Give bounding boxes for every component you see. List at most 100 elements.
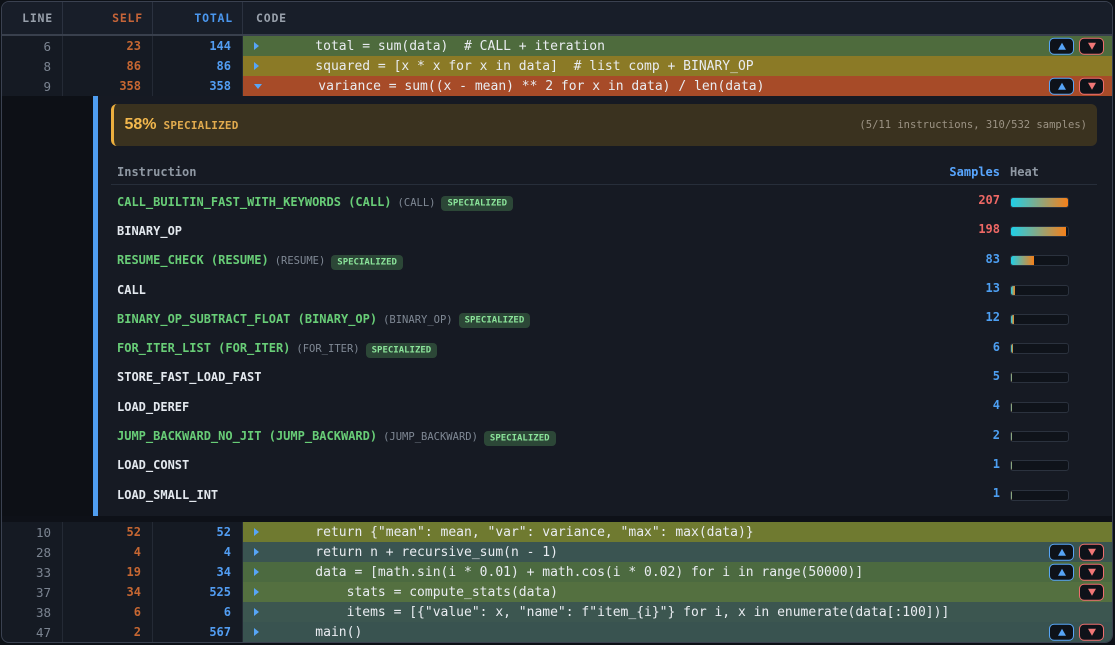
instruction-name-cell: LOAD_CONST — [111, 454, 930, 473]
jump-down-button[interactable] — [1079, 38, 1104, 55]
instruction-name: CALL — [117, 283, 146, 297]
instruction-samples: 13 — [930, 281, 1000, 295]
jump-up-button[interactable] — [1049, 564, 1074, 581]
code-text: squared = [x * x for x in data] # list c… — [284, 59, 754, 74]
expand-expander-icon[interactable] — [254, 568, 259, 576]
code-text: variance = sum((x - mean) ** 2 for x in … — [287, 79, 764, 94]
triangle-up-icon — [1058, 83, 1066, 90]
code-cell[interactable]: total = sum(data) # CALL + iteration — [243, 36, 1112, 56]
base-instruction: (FOR_ITER) — [296, 343, 359, 355]
code-text: return {"mean": mean, "var": variance, "… — [284, 525, 754, 540]
heat-bar-fill — [1011, 344, 1013, 353]
instruction-samples: 12 — [930, 310, 1000, 324]
instruction-samples: 5 — [930, 369, 1000, 383]
jump-down-button[interactable] — [1079, 624, 1104, 641]
instruction-row: CALL_BUILTIN_FAST_WITH_KEYWORDS (CALL)(C… — [111, 186, 1097, 215]
heat-bar — [1010, 370, 1097, 381]
total-samples: 86 — [153, 56, 243, 76]
triangle-down-icon — [1088, 569, 1096, 576]
instruction-name-cell: JUMP_BACKWARD_NO_JIT (JUMP_BACKWARD)(JUM… — [111, 425, 930, 444]
expand-expander-icon[interactable] — [254, 528, 259, 536]
code-text: data = [math.sin(i * 0.01) + math.cos(i … — [284, 565, 863, 580]
total-samples: 567 — [153, 622, 243, 642]
instruction-row: JUMP_BACKWARD_NO_JIT (JUMP_BACKWARD)(JUM… — [111, 420, 1097, 449]
heat-bar — [1010, 253, 1097, 264]
code-text: main() — [284, 625, 362, 640]
heat-bar-track — [1010, 314, 1069, 325]
heat-bar — [1010, 195, 1097, 206]
heat-bar-fill — [1011, 227, 1066, 236]
heat-bar — [1010, 400, 1097, 411]
jump-down-button[interactable] — [1079, 564, 1104, 581]
code-cell[interactable]: main() — [243, 622, 1112, 642]
column-header-line[interactable]: LINE — [2, 2, 63, 34]
instruction-samples: 1 — [930, 457, 1000, 471]
specialized-label: SPECIALIZED — [164, 119, 239, 132]
code-cell[interactable]: data = [math.sin(i * 0.01) + math.cos(i … — [243, 562, 1112, 582]
expand-expander-icon[interactable] — [254, 608, 259, 616]
instruction-name: LOAD_SMALL_INT — [117, 488, 218, 502]
instruction-row: RESUME_CHECK (RESUME)(RESUME)SPECIALIZED… — [111, 244, 1097, 273]
instruction-name-cell: LOAD_DEREF — [111, 396, 930, 415]
code-cell[interactable]: return n + recursive_sum(n - 1) — [243, 542, 1112, 562]
jump-up-button[interactable] — [1049, 624, 1074, 641]
base-instruction: (CALL) — [398, 197, 436, 209]
expand-expander-icon[interactable] — [254, 42, 259, 50]
total-samples: 6 — [153, 602, 243, 622]
code-text: return n + recursive_sum(n - 1) — [284, 545, 558, 560]
instruction-samples: 207 — [930, 193, 1000, 207]
heat-bar — [1010, 283, 1097, 294]
instruction-samples: 4 — [930, 398, 1000, 412]
jump-up-button[interactable] — [1049, 38, 1074, 55]
collapse-expander-icon[interactable] — [254, 84, 262, 89]
code-cell[interactable]: squared = [x * x for x in data] # list c… — [243, 56, 1112, 76]
heat-bar — [1010, 341, 1097, 352]
specialized-badge: SPECIALIZED — [366, 343, 438, 358]
heat-bar-track — [1010, 460, 1069, 471]
instruction-name: LOAD_CONST — [117, 458, 189, 472]
jump-up-button[interactable] — [1049, 78, 1074, 95]
code-rows-top: 623144 total = sum(data) # CALL + iterat… — [2, 36, 1112, 96]
jump-down-button[interactable] — [1079, 544, 1104, 561]
instruction-column-header[interactable]: Instruction — [111, 165, 930, 179]
specialization-summary: (5/11 instructions, 310/532 samples) — [859, 119, 1087, 131]
instruction-name: RESUME_CHECK (RESUME) — [117, 253, 269, 267]
code-cell[interactable]: return {"mean": mean, "var": variance, "… — [243, 522, 1112, 542]
triangle-up-icon — [1058, 569, 1066, 576]
instruction-samples: 83 — [930, 252, 1000, 266]
heat-bar-track — [1010, 255, 1069, 266]
triangle-down-icon — [1088, 43, 1096, 50]
table-header-row: LINE SELF TOTAL CODE — [2, 2, 1112, 36]
expand-expander-icon[interactable] — [254, 548, 259, 556]
instruction-name: BINARY_OP — [117, 224, 182, 238]
jump-up-button[interactable] — [1049, 544, 1074, 561]
specialized-badge: SPECIALIZED — [484, 431, 556, 446]
instruction-name: BINARY_OP_SUBTRACT_FLOAT (BINARY_OP) — [117, 312, 377, 326]
code-row-line-37: 3734525 stats = compute_stats(data) — [2, 582, 1112, 602]
row-nav-buttons — [1049, 38, 1104, 55]
instruction-row: BINARY_OP198 — [111, 215, 1097, 244]
expand-expander-icon[interactable] — [254, 588, 259, 596]
samples-column-header[interactable]: Samples — [930, 165, 1000, 179]
code-row-line-33: 331934 data = [math.sin(i * 0.01) + math… — [2, 562, 1112, 582]
code-cell[interactable]: items = [{"value": x, "name": f"item_{i}… — [243, 602, 1112, 622]
jump-down-button[interactable] — [1079, 78, 1104, 95]
total-samples: 144 — [153, 36, 243, 56]
row-nav-buttons — [1049, 624, 1104, 641]
code-cell[interactable]: variance = sum((x - mean) ** 2 for x in … — [243, 76, 1112, 96]
jump-down-button[interactable] — [1079, 584, 1104, 601]
heat-bar-fill — [1011, 286, 1015, 295]
expand-expander-icon[interactable] — [254, 62, 259, 70]
code-cell[interactable]: stats = compute_stats(data) — [243, 582, 1112, 602]
line-number: 28 — [2, 542, 63, 562]
instruction-row: LOAD_SMALL_INT1 — [111, 478, 1097, 507]
row-nav-buttons — [1079, 584, 1104, 601]
expand-expander-icon[interactable] — [254, 628, 259, 636]
self-samples: 23 — [63, 36, 153, 56]
triangle-down-icon — [1088, 549, 1096, 556]
instruction-name-cell: BINARY_OP_SUBTRACT_FLOAT (BINARY_OP)(BIN… — [111, 308, 930, 327]
triangle-down-icon — [1088, 629, 1096, 636]
column-header-total[interactable]: TOTAL — [153, 2, 243, 34]
line-number: 37 — [2, 582, 63, 602]
column-header-self[interactable]: SELF — [63, 2, 153, 34]
